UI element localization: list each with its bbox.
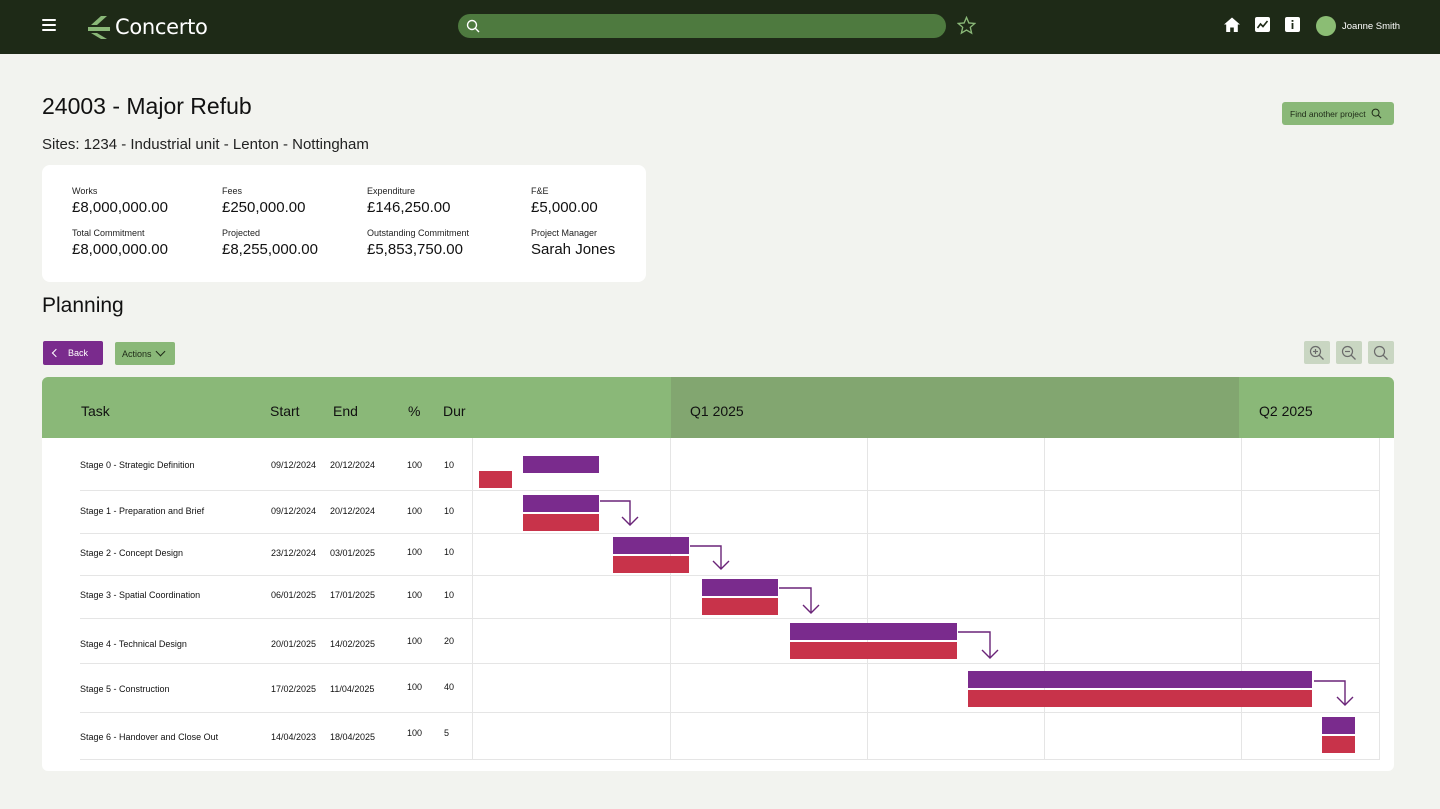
stat-label: Projected — [222, 228, 261, 238]
star-icon[interactable] — [957, 16, 976, 35]
stat-fees: Fees £250,000.00 — [222, 186, 305, 216]
zoom-in-icon — [1309, 345, 1324, 360]
stat-value: Sarah Jones — [531, 241, 616, 258]
search-input[interactable] — [458, 14, 946, 38]
stat-value: £146,250.00 — [367, 199, 451, 216]
info-icon[interactable] — [1284, 16, 1301, 33]
chevron-down-icon — [155, 346, 165, 356]
user-menu[interactable]: Joanne Smith — [1316, 16, 1400, 36]
page-title: 24003 - Major Refub — [42, 93, 252, 119]
stat-outstanding-commitment: Outstanding Commitment £5,853,750.00 — [367, 228, 469, 258]
chevron-left-icon — [51, 348, 61, 358]
top-bar: Concerto Joanne Smith — [0, 0, 1440, 54]
stat-total-commitment: Total Commitment £8,000,000.00 — [72, 228, 168, 258]
stat-value: £8,000,000.00 — [72, 199, 168, 216]
zoom-out-icon — [1341, 345, 1356, 360]
project-sites: Sites: 1234 - Industrial unit - Lenton -… — [42, 136, 369, 153]
project-summary-card: Works £8,000,000.00 Fees £250,000.00 Exp… — [42, 165, 646, 282]
stat-label: Outstanding Commitment — [367, 228, 470, 238]
stat-expenditure: Expenditure £146,250.00 — [367, 186, 450, 216]
stat-label: F&E — [531, 186, 549, 196]
home-icon[interactable] — [1223, 16, 1241, 34]
zoom-fit-button[interactable] — [1368, 341, 1394, 364]
back-button[interactable]: Back — [43, 341, 103, 365]
find-another-project-label: Find another project — [1290, 108, 1366, 119]
avatar — [1316, 16, 1336, 36]
app-name: Concerto — [115, 15, 208, 39]
stat-fe: F&E £5,000.00 — [531, 186, 598, 216]
stat-works: Works £8,000,000.00 — [72, 186, 168, 216]
user-name: Joanne Smith — [1342, 20, 1401, 32]
dependency-arrows — [600, 500, 1354, 706]
actions-label: Actions — [122, 348, 152, 359]
zoom-out-button[interactable] — [1336, 341, 1362, 364]
stat-value: £8,000,000.00 — [72, 241, 168, 258]
dependency-arrow — [779, 587, 812, 613]
actions-dropdown[interactable]: Actions — [115, 342, 175, 365]
stat-label: Project Manager — [531, 228, 598, 238]
stat-label: Expenditure — [367, 186, 416, 196]
dependency-arrow — [1314, 680, 1346, 705]
stat-label: Fees — [222, 186, 243, 196]
chart-icon[interactable] — [1254, 16, 1271, 33]
stat-value: £5,000.00 — [531, 199, 598, 216]
stat-label: Works — [72, 186, 98, 196]
planning-heading: Planning — [42, 294, 124, 317]
app-logo[interactable]: Concerto — [87, 14, 208, 40]
concerto-logo-icon — [88, 16, 110, 39]
back-label: Back — [68, 348, 89, 358]
zoom-fit-icon — [1373, 345, 1388, 360]
search-icon — [1371, 108, 1382, 119]
gantt-chart: Task Start End % Dur Q1 2025 Q2 2025 Sta… — [42, 377, 1394, 771]
stat-label: Total Commitment — [72, 228, 145, 238]
stat-project-manager: Project Manager Sarah Jones — [531, 228, 615, 258]
stat-value: £250,000.00 — [222, 199, 306, 216]
stat-projected: Projected £8,255,000.00 — [222, 228, 318, 258]
stat-value: £5,853,750.00 — [367, 241, 463, 258]
stat-value: £8,255,000.00 — [222, 241, 318, 258]
dependency-arrow — [690, 545, 722, 569]
search-icon — [466, 19, 480, 33]
zoom-in-button[interactable] — [1304, 341, 1330, 364]
find-another-project-button[interactable]: Find another project — [1282, 102, 1394, 125]
menu-icon[interactable] — [42, 19, 56, 33]
